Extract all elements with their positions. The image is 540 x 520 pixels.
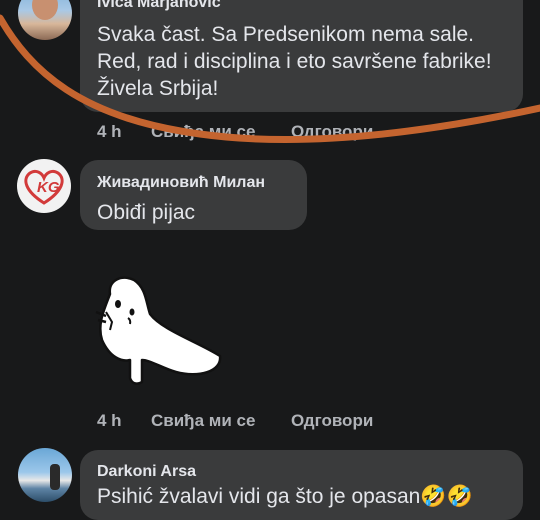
reply-button[interactable]: Одговори <box>291 122 373 142</box>
comment-author[interactable]: Darkoni Arsa <box>97 463 196 481</box>
comment-sticker[interactable] <box>80 260 230 400</box>
comment-actions: 4 h Свиђа ми се Одговори <box>97 122 397 144</box>
avatar-figure <box>50 464 60 490</box>
comment-actions: 4 h Свиђа ми се Одговори <box>97 411 397 433</box>
avatar-figure <box>32 0 58 20</box>
like-button[interactable]: Свиђа ми се <box>151 411 255 431</box>
comment-text-line: Svaka čast. Sa Predsenikom nema sale. <box>97 23 475 46</box>
comment-text-line: Živela Srbija! <box>97 77 219 100</box>
reply-button[interactable]: Одговори <box>291 411 373 431</box>
comment-time: 4 h <box>97 122 122 141</box>
ghost-sticker-icon <box>95 276 222 385</box>
avatar-ivica[interactable] <box>18 0 72 40</box>
comment-author[interactable]: Ivica Marjanović <box>97 0 221 12</box>
comment-text: Obiđi pijac <box>97 201 196 224</box>
avatar-kg[interactable]: KG <box>17 159 71 213</box>
comment-text-line: Red, rad i disciplina i eto savršene fab… <box>97 50 492 73</box>
comment-time: 4 h <box>97 411 122 430</box>
avatar-darkoni[interactable] <box>18 448 72 502</box>
comment-text: Psihić žvalavi vidi ga što je opasan🤣🤣 <box>97 485 473 508</box>
comment-author[interactable]: Живадиновић Милан <box>97 174 265 192</box>
like-button[interactable]: Свиђа ми се <box>151 122 255 142</box>
avatar-text: KG <box>37 179 60 196</box>
